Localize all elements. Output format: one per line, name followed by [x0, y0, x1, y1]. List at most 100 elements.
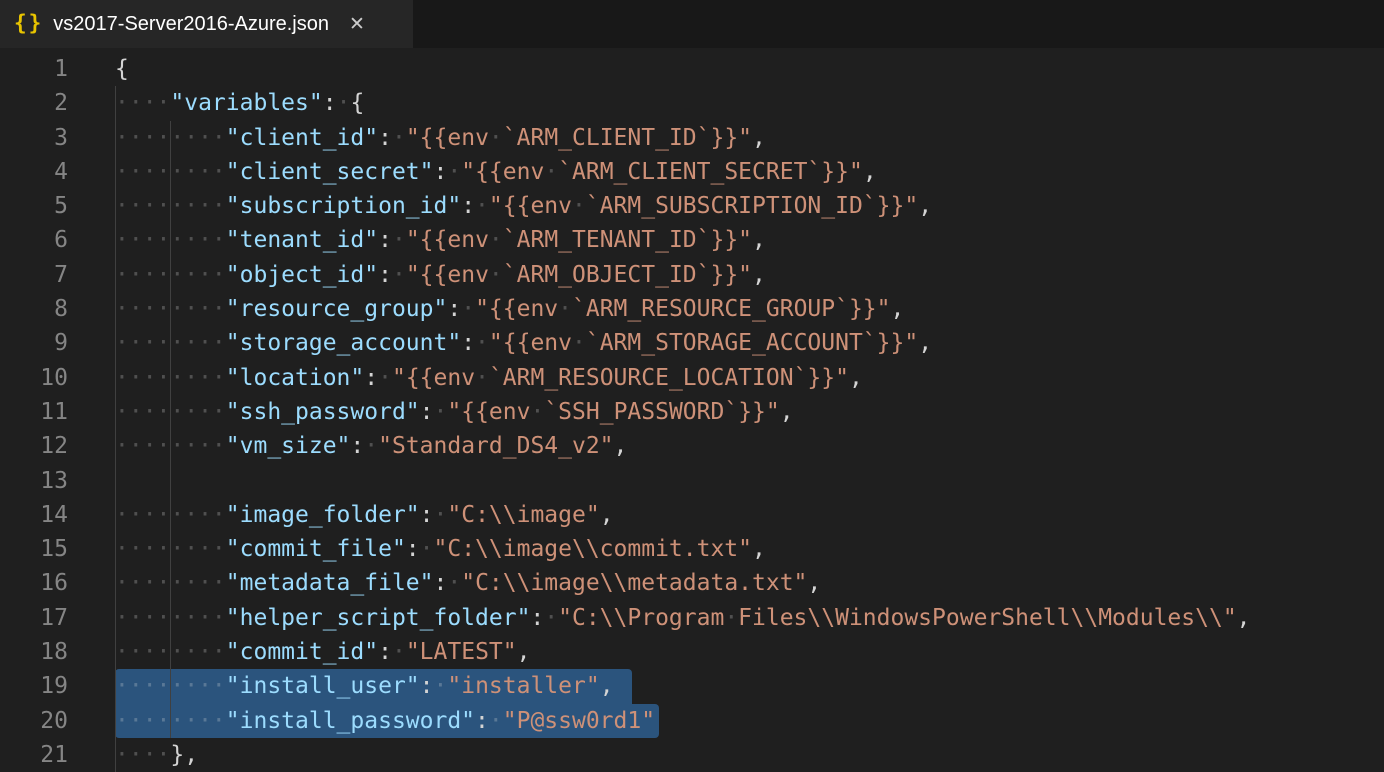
line-number[interactable]: 10: [0, 361, 68, 395]
whitespace-dots: ····: [115, 742, 170, 768]
whitespace-dots: ········: [115, 296, 226, 322]
line-number[interactable]: 6: [0, 223, 68, 257]
line-number[interactable]: 7: [0, 258, 68, 292]
code-line-text: ········"helper_script_folder":·"C:\\Pro…: [115, 601, 1251, 635]
code-token: :: [378, 639, 392, 665]
line-number[interactable]: 13: [0, 464, 68, 498]
whitespace-dots: ········: [115, 708, 226, 734]
code-token: {: [115, 56, 129, 82]
whitespace-dots: ·: [420, 536, 434, 562]
code-line-text: ····},: [115, 738, 198, 772]
code-token: "C:\\image": [447, 502, 599, 528]
code-line[interactable]: 6········"tenant_id":·"{{env·`ARM_TENANT…: [0, 223, 1384, 257]
code-token: {: [350, 90, 364, 116]
code-token: :: [434, 570, 448, 596]
code-line[interactable]: 9········"storage_account":·"{{env·`ARM_…: [0, 326, 1384, 360]
code-line[interactable]: 2····"variables":·{: [0, 86, 1384, 120]
code-line[interactable]: 19 ········"install_user":·"installer",: [0, 669, 1384, 703]
code-area[interactable]: 1{2····"variables":·{3········"client_id…: [0, 48, 1384, 772]
line-number[interactable]: 11: [0, 395, 68, 429]
code-line-text: ········"ssh_password":·"{{env·`SSH_PASS…: [115, 395, 794, 429]
code-line[interactable]: 11 ········"ssh_password":·"{{env·`SSH_PA…: [0, 395, 1384, 429]
code-token: `ARM_CLIENT_SECRET`}}": [558, 159, 863, 185]
code-token: ,: [918, 193, 932, 219]
code-line[interactable]: 4········"client_secret":·"{{env·`ARM_CL…: [0, 155, 1384, 189]
code-line[interactable]: 13: [0, 464, 1384, 498]
code-line[interactable]: 1{: [0, 52, 1384, 86]
code-line[interactable]: 15 ········"commit_file":·"C:\\image\\com…: [0, 532, 1384, 566]
whitespace-dots: ·: [475, 330, 489, 356]
code-line[interactable]: 20 ········"install_password":·"P@ssw0rd1…: [0, 704, 1384, 738]
whitespace-dots: ········: [115, 639, 226, 665]
line-number[interactable]: 16: [0, 566, 68, 600]
code-line[interactable]: 17 ········"helper_script_folder":·"C:\\P…: [0, 601, 1384, 635]
code-line-text: ········"commit_file":·"C:\\image\\commi…: [115, 532, 766, 566]
code-token: Files\\WindowsPowerShell\\Modules\\": [738, 605, 1237, 631]
whitespace-dots: ········: [115, 227, 226, 253]
code-token: "{{env: [392, 365, 475, 391]
code-token: "client_id": [226, 125, 378, 151]
code-token: ,: [614, 433, 628, 459]
code-line[interactable]: 12········"vm_size":·"Standard_DS4_v2",: [0, 429, 1384, 463]
tab-bar: {} vs2017-Server2016-Azure.json ✕: [0, 0, 1384, 48]
line-number[interactable]: 4: [0, 155, 68, 189]
code-token: ,: [807, 570, 821, 596]
line-number[interactable]: 2: [0, 86, 68, 120]
whitespace-dots: ·: [530, 399, 544, 425]
code-token: ,: [863, 159, 877, 185]
code-line-text: ········"metadata_file":·"C:\\image\\met…: [115, 566, 821, 600]
line-number[interactable]: 12: [0, 429, 68, 463]
line-number[interactable]: 18: [0, 635, 68, 669]
code-line-text: {: [115, 52, 129, 86]
line-number[interactable]: 9: [0, 326, 68, 360]
code-line[interactable]: 18········"commit_id":·"LATEST",: [0, 635, 1384, 669]
whitespace-dots: ········: [115, 262, 226, 288]
code-line[interactable]: 14········"image_folder":·"C:\\image",: [0, 498, 1384, 532]
code-line[interactable]: 5········"subscription_id":·"{{env·`ARM_…: [0, 189, 1384, 223]
line-number[interactable]: 8: [0, 292, 68, 326]
line-number[interactable]: 19: [0, 669, 68, 703]
whitespace-dots: ·: [337, 90, 351, 116]
code-token: "{{env: [406, 262, 489, 288]
code-token: ,: [752, 262, 766, 288]
line-number[interactable]: 3: [0, 121, 68, 155]
line-number[interactable]: 20: [0, 704, 68, 738]
code-token: :: [420, 673, 434, 699]
code-line[interactable]: 8········"resource_group":·"{{env·`ARM_R…: [0, 292, 1384, 326]
line-number[interactable]: 5: [0, 189, 68, 223]
code-line[interactable]: 16 ········"metadata_file":·"C:\\image\\m…: [0, 566, 1384, 600]
line-number[interactable]: 14: [0, 498, 68, 532]
line-number[interactable]: 1: [0, 52, 68, 86]
code-line-text: ········"object_id":·"{{env·`ARM_OBJECT_…: [115, 258, 766, 292]
code-token: "installer": [447, 673, 599, 699]
code-token: ,: [891, 296, 905, 322]
whitespace-dots: ·: [475, 365, 489, 391]
tab-vs2017-server2016-azure-json[interactable]: {} vs2017-Server2016-Azure.json ✕: [0, 0, 413, 48]
code-line[interactable]: 3········"client_id":·"{{env·`ARM_CLIENT…: [0, 121, 1384, 155]
whitespace-dots: ········: [115, 433, 226, 459]
code-token: "vm_size": [226, 433, 351, 459]
whitespace-dots: ·: [489, 708, 503, 734]
code-token: :: [350, 433, 364, 459]
code-token: ,: [752, 227, 766, 253]
whitespace-dots: ·: [489, 125, 503, 151]
close-tab-icon[interactable]: ✕: [349, 13, 365, 35]
whitespace-dots: ····: [115, 90, 170, 116]
code-line[interactable]: 21 ····},: [0, 738, 1384, 772]
code-token: ,: [752, 536, 766, 562]
line-number[interactable]: 15: [0, 532, 68, 566]
code-line-text: ········"install_user":·"installer",: [115, 669, 614, 703]
whitespace-dots: ·: [475, 193, 489, 219]
code-token: "image_folder": [226, 502, 420, 528]
code-line[interactable]: 10········"location":·"{{env·`ARM_RESOUR…: [0, 361, 1384, 395]
code-line[interactable]: 7 ········"object_id":·"{{env·`ARM_OBJECT…: [0, 258, 1384, 292]
code-token: "Standard_DS4_v2": [378, 433, 613, 459]
line-number[interactable]: 17: [0, 601, 68, 635]
code-token: "storage_account": [226, 330, 461, 356]
code-line-text: ········"install_password":·"P@ssw0rd1": [115, 704, 655, 738]
code-line-text: ········"client_id":·"{{env·`ARM_CLIENT_…: [115, 121, 766, 155]
line-number[interactable]: 21: [0, 738, 68, 772]
code-token: "commit_id": [226, 639, 378, 665]
whitespace-dots: ·: [461, 296, 475, 322]
code-token: :: [323, 90, 337, 116]
